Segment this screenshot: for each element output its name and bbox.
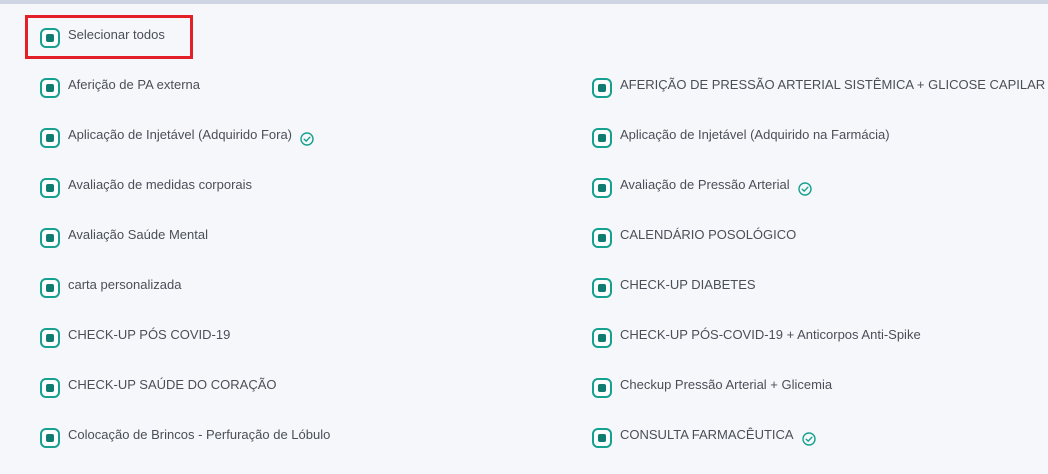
service-item-label: Aplicação de Injetável (Adquirido na Far… (620, 127, 890, 142)
service-item[interactable]: Aplicação de Injetável (Adquirido Fora) (40, 127, 314, 148)
checkbox-icon[interactable] (592, 128, 612, 148)
service-item-label: CHECK-UP PÓS-COVID-19 + Anticorpos Anti-… (620, 327, 921, 342)
checkbox-icon[interactable] (40, 328, 60, 348)
service-item-label: Checkup Pressão Arterial + Glicemia (620, 377, 833, 392)
top-divider (0, 0, 1048, 4)
select-all-checkbox[interactable]: Selecionar todos (40, 27, 165, 48)
service-item-label: Colocação de Brincos - Perfuração de Lób… (68, 427, 331, 442)
checkbox-icon[interactable] (592, 428, 612, 448)
check-circle-icon (300, 132, 314, 146)
service-item[interactable]: CHECK-UP PÓS COVID-19 (40, 327, 231, 348)
service-item-label: Aplicação de Injetável (Adquirido Fora) (68, 127, 293, 142)
service-item-label: Avaliação de medidas corporais (68, 177, 253, 192)
service-item[interactable]: CHECK-UP PÓS-COVID-19 + Anticorpos Anti-… (592, 327, 921, 348)
checkbox-icon[interactable] (592, 178, 612, 198)
checkbox-icon[interactable] (40, 178, 60, 198)
service-item-label: CONSULTA FARMACÊUTICA (620, 427, 794, 442)
service-item[interactable]: Checkup Pressão Arterial + Glicemia (592, 377, 833, 398)
checkbox-icon[interactable] (40, 378, 60, 398)
service-item[interactable]: Avaliação de medidas corporais (40, 177, 253, 198)
checkbox-icon[interactable] (592, 78, 612, 98)
service-item[interactable]: AFERIÇÃO DE PRESSÃO ARTERIAL SISTÊMICA +… (592, 77, 1048, 98)
service-item[interactable]: CHECK-UP SAÚDE DO CORAÇÃO (40, 377, 277, 398)
service-item-label: Avaliação Saúde Mental (68, 227, 208, 242)
checkbox-icon[interactable] (40, 428, 60, 448)
service-item[interactable]: carta personalizada (40, 277, 182, 298)
check-circle-icon (797, 182, 812, 196)
service-item-label: CHECK-UP DIABETES (620, 277, 756, 292)
checkbox-icon[interactable] (40, 78, 60, 98)
service-item[interactable]: CONSULTA FARMACÊUTICA (592, 427, 816, 448)
checkbox-icon[interactable] (592, 278, 612, 298)
service-item-label: Avaliação de Pressão Arterial (620, 177, 790, 192)
service-item[interactable]: CHECK-UP DIABETES (592, 277, 756, 298)
service-item-label: CHECK-UP PÓS COVID-19 (68, 327, 231, 342)
service-item[interactable]: CALENDÁRIO POSOLÓGICO (592, 227, 797, 248)
service-item[interactable]: Aplicação de Injetável (Adquirido na Far… (592, 127, 890, 148)
service-item-label: CALENDÁRIO POSOLÓGICO (620, 227, 797, 242)
check-circle-icon (801, 432, 816, 446)
service-item-label: CHECK-UP SAÚDE DO CORAÇÃO (68, 377, 277, 392)
checkbox-icon[interactable] (592, 328, 612, 348)
checkbox-icon[interactable] (592, 378, 612, 398)
service-item[interactable]: Avaliação de Pressão Arterial (592, 177, 812, 198)
checkbox-icon[interactable] (40, 128, 60, 148)
checkbox-icon[interactable] (40, 278, 60, 298)
service-item-label: Aferição de PA externa (68, 77, 201, 92)
service-item[interactable]: Colocação de Brincos - Perfuração de Lób… (40, 427, 331, 448)
select-all-label: Selecionar todos (68, 27, 165, 42)
checkbox-icon[interactable] (592, 228, 612, 248)
service-item-label: AFERIÇÃO DE PRESSÃO ARTERIAL SISTÊMICA +… (620, 77, 1046, 92)
service-item[interactable]: Avaliação Saúde Mental (40, 227, 208, 248)
service-item-label: carta personalizada (68, 277, 182, 292)
checkbox-icon[interactable] (40, 228, 60, 248)
service-item[interactable]: Aferição de PA externa (40, 77, 201, 98)
checkbox-icon[interactable] (40, 28, 60, 48)
